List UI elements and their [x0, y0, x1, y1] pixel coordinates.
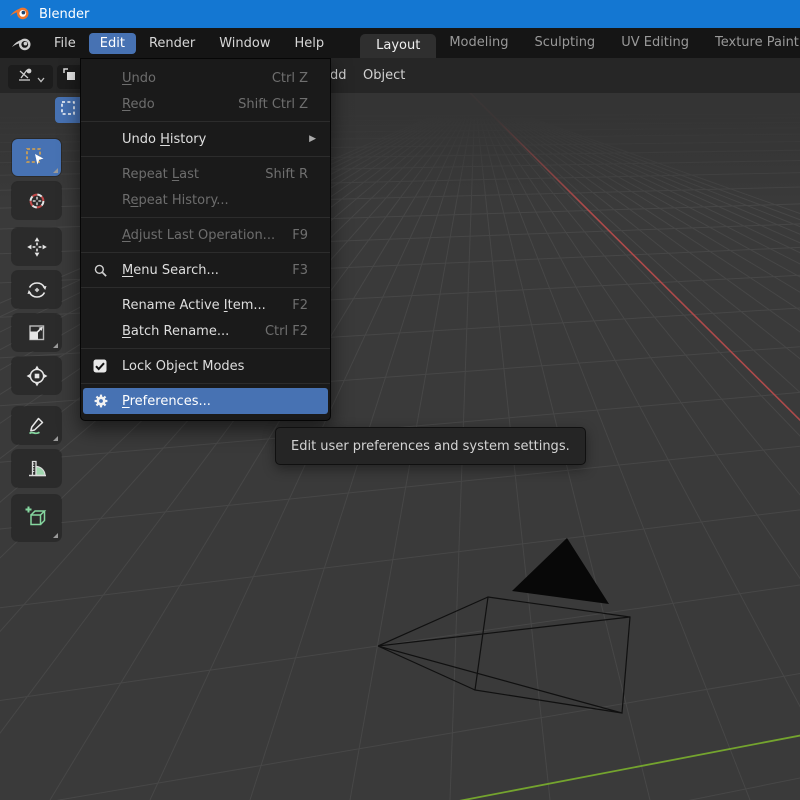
tab-layout[interactable]: Layout: [360, 34, 437, 58]
search-icon: [93, 263, 122, 278]
menu-item-batch-rename[interactable]: Batch Rename... Ctrl F2: [83, 318, 328, 344]
menu-separator: [81, 252, 330, 253]
toolbar: [12, 139, 61, 541]
select-box-icon: [24, 146, 50, 170]
menu-separator: [81, 156, 330, 157]
edit-menu-dropdown: Undo Ctrl Z Redo Shift Ctrl Z Undo History ▶ R…: [80, 58, 331, 421]
object-mode-button[interactable]: [57, 65, 82, 89]
measure-icon: [25, 457, 49, 481]
menu-item-repeat-last: Repeat Last Shift R: [83, 161, 328, 187]
menu-item-label: Undo History: [122, 131, 207, 147]
menu-item-label: Redo: [122, 96, 155, 112]
select-box-icon: [60, 100, 76, 120]
menu-item-adjust-last-operation: Adjust Last Operation... F9: [83, 222, 328, 248]
tab-modeling[interactable]: Modeling: [436, 28, 521, 58]
tool-annotate-button[interactable]: [12, 407, 61, 444]
blender-logo-icon: [9, 3, 31, 26]
scale-icon: [25, 321, 49, 345]
menubar-item-window[interactable]: Window: [208, 33, 281, 54]
menu-item-shortcut: F3: [292, 262, 308, 278]
tool-add-cube-button[interactable]: [12, 495, 61, 541]
tool-transform-button[interactable]: [12, 357, 61, 394]
tab-uv-editing[interactable]: UV Editing: [608, 28, 702, 58]
menu-item-redo: Redo Shift Ctrl Z: [83, 91, 328, 117]
rotate-icon: [25, 278, 49, 302]
header-menu-object[interactable]: Object: [363, 58, 405, 93]
menu-item-shortcut: F9: [292, 227, 308, 243]
editor-type-button[interactable]: [8, 65, 53, 89]
menu-item-lock-object-modes[interactable]: Lock Object Modes: [83, 353, 328, 379]
menu-item-shortcut: Shift R: [265, 166, 308, 182]
tool-move-button[interactable]: [12, 228, 61, 265]
viewport-editor-icon: [16, 67, 34, 87]
menubar: File Edit Render Window Help Layout Modeling S…: [0, 28, 800, 58]
menu-item-label: Rename Active Item...: [122, 297, 266, 313]
menu-item-undo: Undo Ctrl Z: [83, 65, 328, 91]
titlebar: Blender: [0, 0, 800, 28]
move-icon: [25, 235, 49, 259]
tool-cursor-button[interactable]: [12, 182, 61, 219]
object-mode-icon: [62, 67, 78, 87]
blender-app-menu-icon[interactable]: [11, 34, 33, 53]
tab-sculpting[interactable]: Sculpting: [521, 28, 608, 58]
menu-item-shortcut: Shift Ctrl Z: [238, 96, 308, 112]
menu-separator: [81, 287, 330, 288]
gear-icon: [93, 393, 122, 409]
workspace-tabs: Layout Modeling Sculpting UV Editing Texture…: [360, 28, 800, 58]
menu-item-undo-history[interactable]: Undo History ▶: [83, 126, 328, 152]
menu-item-shortcut: Ctrl F2: [264, 323, 308, 339]
chevron-down-icon: [37, 68, 45, 87]
menu-item-shortcut: F2: [292, 297, 308, 313]
submenu-arrow-icon: ▶: [309, 134, 316, 144]
menubar-item-edit[interactable]: Edit: [88, 32, 136, 54]
header-menu-add-partial[interactable]: dd: [330, 58, 347, 93]
blender-window: Blender File Edit Render Window Help Layout M…: [0, 0, 800, 800]
add-cube-icon: [24, 505, 50, 531]
menu-item-shortcut: Ctrl Z: [271, 70, 308, 86]
menu-item-label: Menu Search...: [122, 262, 219, 278]
tool-measure-button[interactable]: [12, 450, 61, 487]
menu-item-preferences[interactable]: Preferences...: [83, 388, 328, 414]
menubar-item-render[interactable]: Render: [138, 33, 206, 54]
tooltip-text: Edit user preferences and system setting…: [291, 438, 570, 454]
tool-rotate-button[interactable]: [12, 271, 61, 308]
window-title: Blender: [39, 6, 90, 22]
transform-icon: [25, 364, 49, 388]
menubar-item-file[interactable]: File: [43, 33, 87, 54]
tool-select-box-button[interactable]: [12, 139, 61, 176]
cursor-icon: [25, 189, 49, 213]
menu-item-rename-active-item[interactable]: Rename Active Item... F2: [83, 292, 328, 318]
preferences-tooltip: Edit user preferences and system setting…: [275, 427, 586, 465]
menu-item-menu-search[interactable]: Menu Search... F3: [83, 257, 328, 283]
menu-item-label: Repeat History...: [122, 192, 229, 208]
menu-item-label: Repeat Last: [122, 166, 199, 182]
menu-item-repeat-history: Repeat History...: [83, 187, 328, 213]
active-tool-header-button[interactable]: [55, 97, 80, 123]
tool-scale-button[interactable]: [12, 314, 61, 351]
menu-separator: [81, 383, 330, 384]
menu-separator: [81, 217, 330, 218]
menu-item-label: Undo: [122, 70, 156, 86]
menu-item-label: Preferences...: [122, 393, 211, 409]
menu-separator: [81, 121, 330, 122]
menubar-items: File Edit Render Window Help: [42, 32, 336, 54]
menu-separator: [81, 348, 330, 349]
menu-item-label: Batch Rename...: [122, 323, 230, 339]
menu-item-label: Lock Object Modes: [122, 358, 245, 374]
menu-item-label: Adjust Last Operation...: [122, 227, 276, 243]
annotate-icon: [25, 414, 49, 438]
menubar-item-help[interactable]: Help: [284, 33, 336, 54]
tab-texture-paint[interactable]: Texture Paint: [702, 28, 800, 58]
checkbox-icon: [93, 359, 122, 373]
